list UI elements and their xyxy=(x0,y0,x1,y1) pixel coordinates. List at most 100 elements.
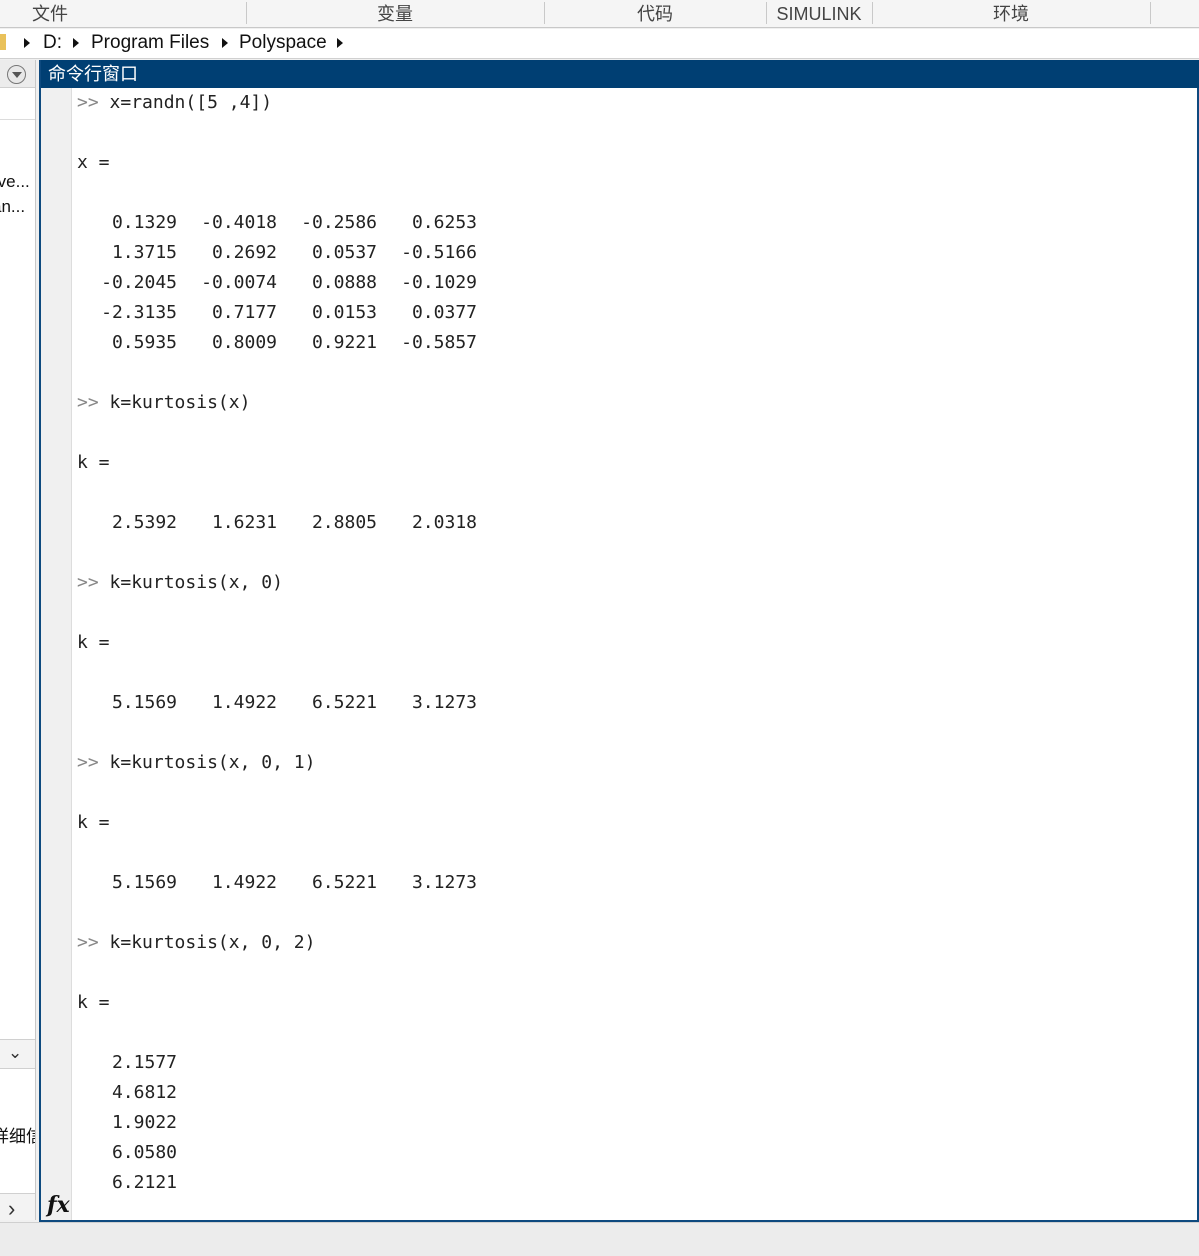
command-output[interactable]: >> x=randn([5 ,4]) x = 0.1329 -0.4018 -0.2… xyxy=(77,88,1177,1198)
folder-icon[interactable] xyxy=(0,34,6,50)
result-cell: 6.5221 xyxy=(311,872,377,893)
matrix-cell: 0.0153 xyxy=(311,302,377,323)
status-bar xyxy=(0,1222,1199,1256)
variable-label: k = xyxy=(77,992,110,1013)
details-header[interactable]: ⌄ xyxy=(0,1039,35,1069)
breadcrumb-arrow-icon[interactable] xyxy=(24,38,30,48)
chevron-right-icon[interactable]: › xyxy=(8,1196,15,1220)
command-gutter: fx xyxy=(41,88,72,1220)
result-cell: 2.0318 xyxy=(411,512,477,533)
variable-label: k = xyxy=(77,452,110,473)
matrix-row: 0.5935 0.8009 0.9221 -0.5857 xyxy=(77,328,1177,358)
breadcrumb-drive[interactable]: D: xyxy=(43,32,62,54)
matrix-cell: 0.1329 xyxy=(111,212,177,233)
result-cell: 3.1273 xyxy=(411,872,477,893)
matrix-cell: 0.0377 xyxy=(411,302,477,323)
matrix-cell: 1.3715 xyxy=(111,242,177,263)
matrix-cell: 0.6253 xyxy=(411,212,477,233)
tab-code[interactable]: 代码 xyxy=(544,0,766,28)
result-cell: 4.6812 xyxy=(111,1082,177,1103)
command-line: >> k=kurtosis(x, 0, 1) xyxy=(77,748,1177,778)
command-line: >> k=kurtosis(x) xyxy=(77,388,1177,418)
result-row: 4.6812 xyxy=(77,1078,1177,1108)
result-cell: 2.8805 xyxy=(311,512,377,533)
matrix-row: -2.3135 0.7177 0.0153 0.0377 xyxy=(77,298,1177,328)
matrix-row: 1.3715 0.2692 0.0537 -0.5166 xyxy=(77,238,1177,268)
result-cell: 6.5221 xyxy=(311,692,377,713)
file-item[interactable]: rve... xyxy=(0,172,30,192)
prompt: >> xyxy=(77,572,99,593)
result-row: 2.5392 1.6231 2.8805 2.0318 xyxy=(77,508,1177,538)
breadcrumb-program-files[interactable]: Program Files xyxy=(91,32,209,54)
command-text: k=kurtosis(x, 0, 2) xyxy=(109,932,316,953)
matrix-cell: -0.0074 xyxy=(201,272,277,293)
tab-file[interactable]: 文件 xyxy=(0,0,100,28)
command-line: >> k=kurtosis(x, 0, 2) xyxy=(77,928,1177,958)
matrix-cell: 0.0537 xyxy=(311,242,377,263)
command-text: k=kurtosis(x, 0, 1) xyxy=(109,752,316,773)
result-cell: 1.6231 xyxy=(211,512,277,533)
divider xyxy=(0,119,35,120)
file-item[interactable]: an... xyxy=(0,197,25,217)
breadcrumb-arrow-icon[interactable] xyxy=(222,38,228,48)
matrix-cell: -2.3135 xyxy=(101,302,177,323)
prompt: >> xyxy=(77,752,99,773)
variable-label: k = xyxy=(77,632,110,653)
breadcrumb-polyspace[interactable]: Polyspace xyxy=(239,32,327,54)
result-cell: 1.9022 xyxy=(111,1112,177,1133)
ribbon-divider xyxy=(1150,2,1151,24)
matrix-cell: -0.4018 xyxy=(201,212,277,233)
command-window-title: 命令行窗口 xyxy=(41,60,1199,88)
result-cell: 2.5392 xyxy=(111,512,177,533)
command-line: >> k=kurtosis(x, 0) xyxy=(77,568,1177,598)
matrix-cell: 0.2692 xyxy=(211,242,277,263)
tab-variable[interactable]: 变量 xyxy=(246,0,544,28)
result-cell: 6.0580 xyxy=(111,1142,177,1163)
command-text: k=kurtosis(x) xyxy=(109,392,251,413)
command-text: k=kurtosis(x, 0) xyxy=(109,572,283,593)
result-row: 6.0580 xyxy=(77,1138,1177,1168)
matrix-cell: -0.5166 xyxy=(401,242,477,263)
command-window[interactable]: 命令行窗口 fx >> x=randn([5 ,4]) x = 0.1329 -0… xyxy=(39,60,1199,1222)
tab-environment[interactable]: 环境 xyxy=(872,0,1150,28)
panel-header xyxy=(0,60,35,88)
command-line: >> x=randn([5 ,4]) xyxy=(77,88,1177,118)
matrix-cell: -0.1029 xyxy=(401,272,477,293)
matrix-cell: 0.8009 xyxy=(211,332,277,353)
result-row: 6.2121 xyxy=(77,1168,1177,1198)
current-folder-panel: rve... an... ⌄ 详细信 › xyxy=(0,60,36,1220)
function-browser-icon[interactable]: fx xyxy=(47,1192,70,1218)
result-row: 2.1577 xyxy=(77,1048,1177,1078)
variable-label: k = xyxy=(77,812,110,833)
result-row: 1.9022 xyxy=(77,1108,1177,1138)
result-cell: 1.4922 xyxy=(211,692,277,713)
matrix-row: -0.2045 -0.0074 0.0888 -0.1029 xyxy=(77,268,1177,298)
chevron-down-icon[interactable]: ⌄ xyxy=(8,1043,22,1063)
matrix-cell: -0.5857 xyxy=(401,332,477,353)
result-cell: 3.1273 xyxy=(411,692,477,713)
result-row: 5.1569 1.4922 6.5221 3.1273 xyxy=(77,868,1177,898)
variable-label: x = xyxy=(77,152,110,173)
matrix-cell: 0.0888 xyxy=(311,272,377,293)
workspace-header[interactable]: › xyxy=(0,1193,35,1220)
result-cell: 5.1569 xyxy=(111,872,177,893)
result-cell: 6.2121 xyxy=(111,1172,177,1193)
prompt: >> xyxy=(77,392,99,413)
command-text: x=randn([5 ,4]) xyxy=(109,92,273,113)
result-cell: 2.1577 xyxy=(111,1052,177,1073)
ribbon-tabs: 文件 变量 代码 SIMULINK 环境 xyxy=(0,0,1199,28)
details-text: 详细信 xyxy=(0,1127,35,1146)
result-cell: 1.4922 xyxy=(211,872,277,893)
tab-simulink[interactable]: SIMULINK xyxy=(766,0,872,28)
matrix-cell: -0.2045 xyxy=(101,272,177,293)
breadcrumb-arrow-icon[interactable] xyxy=(73,38,79,48)
matrix-cell: 0.5935 xyxy=(111,332,177,353)
breadcrumb-arrow-icon[interactable] xyxy=(337,38,343,48)
prompt: >> xyxy=(77,92,99,113)
matrix-cell: 0.9221 xyxy=(311,332,377,353)
prompt: >> xyxy=(77,932,99,953)
matrix-cell: -0.2586 xyxy=(301,212,377,233)
panel-menu-icon[interactable] xyxy=(7,65,26,84)
matrix-row: 0.1329 -0.4018 -0.2586 0.6253 xyxy=(77,208,1177,238)
result-cell: 5.1569 xyxy=(111,692,177,713)
